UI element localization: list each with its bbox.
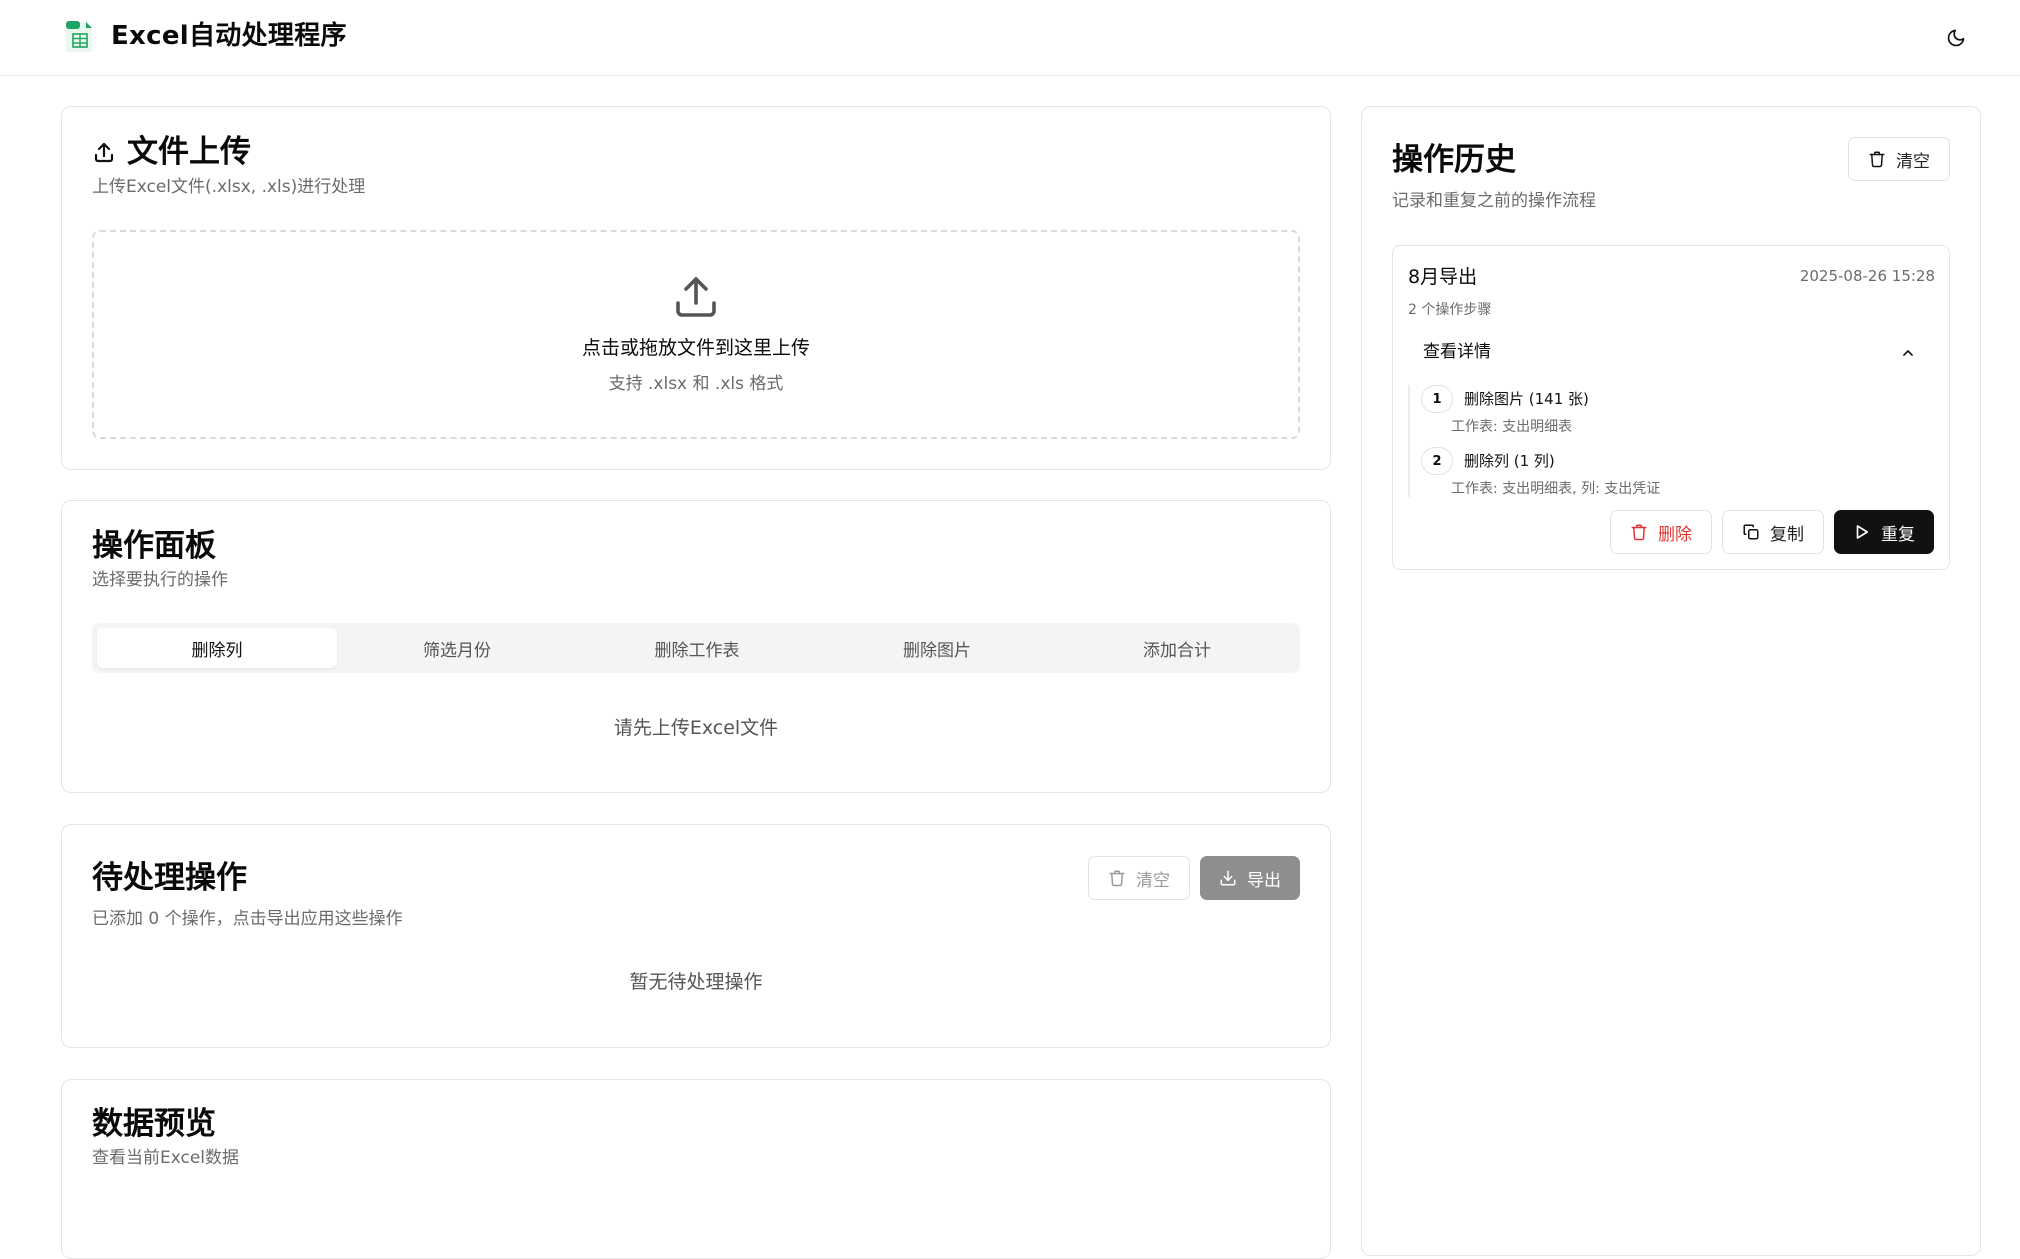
history-item-name: 8月导出 — [1408, 266, 1478, 288]
export-label: 导出 — [1247, 870, 1281, 891]
step-number: 1 — [1421, 385, 1453, 413]
steps-divider — [1408, 385, 1410, 497]
history-title: 操作历史 — [1392, 142, 1516, 178]
trash-icon — [1869, 151, 1885, 168]
dropzone-formats: 支持 .xlsx 和 .xls 格式 — [608, 374, 784, 394]
moon-icon — [1947, 29, 1965, 47]
tab-filter-month[interactable]: 筛选月份 — [337, 628, 577, 668]
history-description: 记录和重复之前的操作流程 — [1392, 191, 1596, 211]
download-icon — [1220, 870, 1236, 886]
pending-clear-label: 清空 — [1136, 870, 1170, 891]
history-item-timestamp: 2025-08-26 15:28 — [1799, 267, 1935, 285]
history-step-count: 2 个操作步骤 — [1408, 302, 1492, 318]
pending-empty-message: 暂无待处理操作 — [629, 971, 763, 993]
trash-icon — [1631, 524, 1647, 541]
upload-icon — [94, 142, 114, 163]
history-clear-label: 清空 — [1896, 151, 1930, 172]
data-preview-card — [61, 1079, 1331, 1259]
copy-icon — [1743, 524, 1759, 540]
details-toggle-label: 查看详情 — [1423, 342, 1491, 362]
preview-description: 查看当前Excel数据 — [92, 1148, 240, 1168]
history-replay-label: 重复 — [1881, 524, 1915, 545]
step-title: 删除图片 (141 张) — [1464, 390, 1589, 408]
step-title: 删除列 (1 列) — [1464, 452, 1555, 470]
theme-toggle-button[interactable] — [1940, 22, 1972, 54]
history-replay-button[interactable]: 重复 — [1834, 510, 1934, 554]
pending-clear-button[interactable]: 清空 — [1088, 856, 1190, 900]
operation-panel-description: 选择要执行的操作 — [92, 570, 228, 590]
preview-title: 数据预览 — [92, 1106, 216, 1142]
chevron-up-icon — [1903, 350, 1913, 356]
app-title: Excel自动处理程序 — [111, 21, 347, 51]
pending-title: 待处理操作 — [92, 860, 247, 896]
tab-add-total[interactable]: 添加合计 — [1057, 628, 1297, 668]
tab-delete-images[interactable]: 删除图片 — [817, 628, 1057, 668]
pending-description: 已添加 0 个操作，点击导出应用这些操作 — [92, 909, 403, 929]
history-copy-button[interactable]: 复制 — [1722, 510, 1824, 554]
top-bar: Excel自动处理程序 — [0, 0, 2020, 76]
upload-title: 文件上传 — [127, 134, 251, 170]
upload-description: 上传Excel文件(.xlsx, .xls)进行处理 — [92, 177, 366, 197]
tab-delete-worksheet[interactable]: 删除工作表 — [577, 628, 817, 668]
upload-arrow-icon — [676, 277, 716, 317]
details-toggle[interactable]: 查看详情 — [1408, 337, 1935, 369]
trash-icon — [1109, 870, 1125, 887]
upload-first-message: 请先上传Excel文件 — [613, 717, 779, 739]
step-worksheet: 工作表: 支出明细表, 列: 支出凭证 — [1451, 481, 1661, 497]
operation-tabs: 删除列 筛选月份 删除工作表 删除图片 添加合计 — [92, 623, 1300, 673]
export-button[interactable]: 导出 — [1200, 856, 1300, 900]
tab-delete-column[interactable]: 删除列 — [97, 628, 337, 668]
history-clear-button[interactable]: 清空 — [1848, 137, 1950, 181]
operation-panel-title: 操作面板 — [92, 528, 216, 564]
history-delete-label: 删除 — [1658, 524, 1692, 545]
excel-sheet-icon — [66, 21, 92, 52]
history-delete-button[interactable]: 删除 — [1610, 510, 1712, 554]
step-number: 2 — [1421, 447, 1453, 475]
step-worksheet: 工作表: 支出明细表 — [1451, 419, 1573, 435]
history-copy-label: 复制 — [1770, 524, 1804, 545]
dropzone-instruction: 点击或拖放文件到这里上传 — [581, 337, 810, 359]
play-icon — [1856, 525, 1869, 539]
